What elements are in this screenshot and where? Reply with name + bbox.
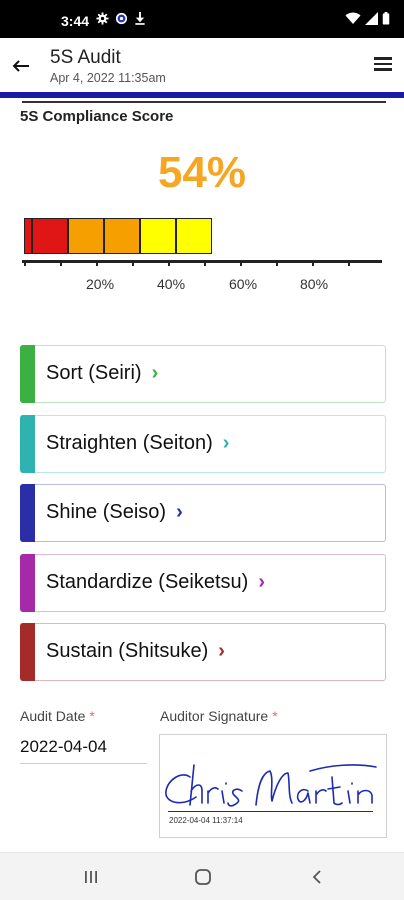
category-color-stripe: [20, 623, 35, 681]
signature-baseline: [168, 811, 373, 812]
score-value: 54%: [157, 148, 247, 197]
category-label-text: Sustain (Shitsuke): [46, 640, 209, 662]
gauge-segment: [104, 218, 140, 254]
gauge-tick-label: 40%: [157, 276, 186, 292]
chevron-right-icon: ›: [222, 432, 230, 454]
gauge-segment: [32, 218, 68, 254]
audit-date-underline: [20, 763, 147, 764]
gauge-tick: [276, 260, 278, 266]
gauge-tick: [96, 260, 98, 266]
category-color-stripe: [20, 415, 35, 473]
status-icons-left: [96, 12, 146, 25]
chevron-right-icon: ›: [151, 362, 159, 384]
category-card[interactable]: Shine (Seiso) ›: [20, 484, 386, 542]
gauge-tick: [312, 260, 314, 266]
menu-icon-line: [374, 68, 392, 71]
category-label-text: Standardize (Seiketsu): [46, 571, 249, 593]
gauge-segment: [68, 218, 104, 254]
home-button[interactable]: [188, 865, 218, 889]
audit-date-label: Audit Date *: [20, 708, 95, 724]
category-card[interactable]: Straighten (Seiton) ›: [20, 415, 386, 473]
gauge-tick: [348, 260, 350, 266]
app-bar: 5S Audit Apr 4, 2022 11:35am: [0, 38, 404, 92]
category-label: Sort (Seiri) ›: [46, 362, 158, 385]
back-nav-button[interactable]: [302, 865, 332, 889]
gauge-tick: [168, 260, 170, 266]
category-label-text: Sort (Seiri): [46, 362, 142, 384]
status-icons-right: [345, 12, 390, 25]
download-icon: [135, 12, 145, 25]
chevron-right-icon: ›: [218, 640, 225, 662]
back-button[interactable]: [8, 54, 34, 78]
audit-date-label-text: Audit Date: [20, 708, 86, 724]
signature-pad[interactable]: 2022-04-04 11:37:14: [159, 734, 387, 838]
battery-icon: [382, 12, 390, 25]
category-label: Straighten (Seiton) ›: [46, 432, 229, 455]
category-card[interactable]: Standardize (Seiketsu) ›: [20, 554, 386, 612]
gauge-segment: [176, 218, 212, 254]
gauge-tick: [132, 260, 134, 266]
signature-drawing: [165, 764, 377, 807]
status-bar: 3:44: [0, 0, 404, 38]
gauge-tick: [240, 260, 242, 266]
page-title: 5S Audit: [50, 47, 121, 68]
category-label: Standardize (Seiketsu) ›: [46, 571, 265, 594]
category-card[interactable]: Sustain (Shitsuke) ›: [20, 623, 386, 681]
menu-icon-line: [374, 62, 392, 66]
signature-label: Auditor Signature *: [160, 708, 278, 724]
signature-timestamp: 2022-04-04 11:37:14: [169, 816, 243, 825]
gauge-tick-label: 60%: [229, 276, 258, 292]
system-nav-bar: [0, 852, 404, 900]
signal-icon: [365, 12, 378, 25]
required-marker: *: [89, 708, 95, 724]
category-card[interactable]: Sort (Seiri) ›: [20, 345, 386, 403]
category-label-text: Shine (Seiso): [46, 501, 167, 523]
recent-apps-icon: [85, 871, 97, 883]
menu-button[interactable]: [372, 54, 394, 76]
gauge-tick-label: 80%: [300, 276, 329, 292]
signature-label-text: Auditor Signature: [160, 708, 269, 724]
chevron-right-icon: ›: [258, 571, 265, 593]
gauge-tick: [24, 260, 26, 266]
back-nav-icon: [312, 870, 321, 884]
recent-apps-button[interactable]: [76, 865, 106, 889]
gauge-tick: [204, 260, 206, 266]
category-color-stripe: [20, 345, 35, 403]
menu-icon: [374, 57, 392, 60]
category-color-stripe: [20, 484, 35, 542]
home-icon: [195, 869, 211, 885]
required-marker: *: [272, 708, 278, 724]
gear-icon: [96, 12, 109, 25]
gauge-tick: [60, 260, 62, 266]
category-label: Sustain (Shitsuke) ›: [46, 640, 225, 663]
compliance-gauge: [22, 218, 382, 266]
header-accent-bar: [0, 92, 404, 98]
gauge-segment: [24, 218, 32, 254]
gauge-tick-label: 20%: [86, 276, 115, 292]
status-time: 3:44: [61, 13, 90, 29]
wifi-icon: [345, 12, 361, 24]
gauge-axis: [22, 260, 382, 263]
category-color-stripe: [20, 554, 35, 612]
gauge-segment: [140, 218, 176, 254]
chevron-right-icon: ›: [176, 501, 183, 523]
page-subtitle: Apr 4, 2022 11:35am: [50, 71, 166, 85]
arrow-back-icon: [12, 60, 29, 72]
app-notification-icon: [115, 12, 128, 25]
category-label-text: Straighten (Seiton): [46, 432, 213, 454]
score-heading: 5S Compliance Score: [20, 108, 174, 125]
category-label: Shine (Seiso) ›: [46, 501, 183, 524]
audit-date-field[interactable]: 2022-04-04: [20, 737, 107, 757]
divider: [22, 101, 386, 103]
